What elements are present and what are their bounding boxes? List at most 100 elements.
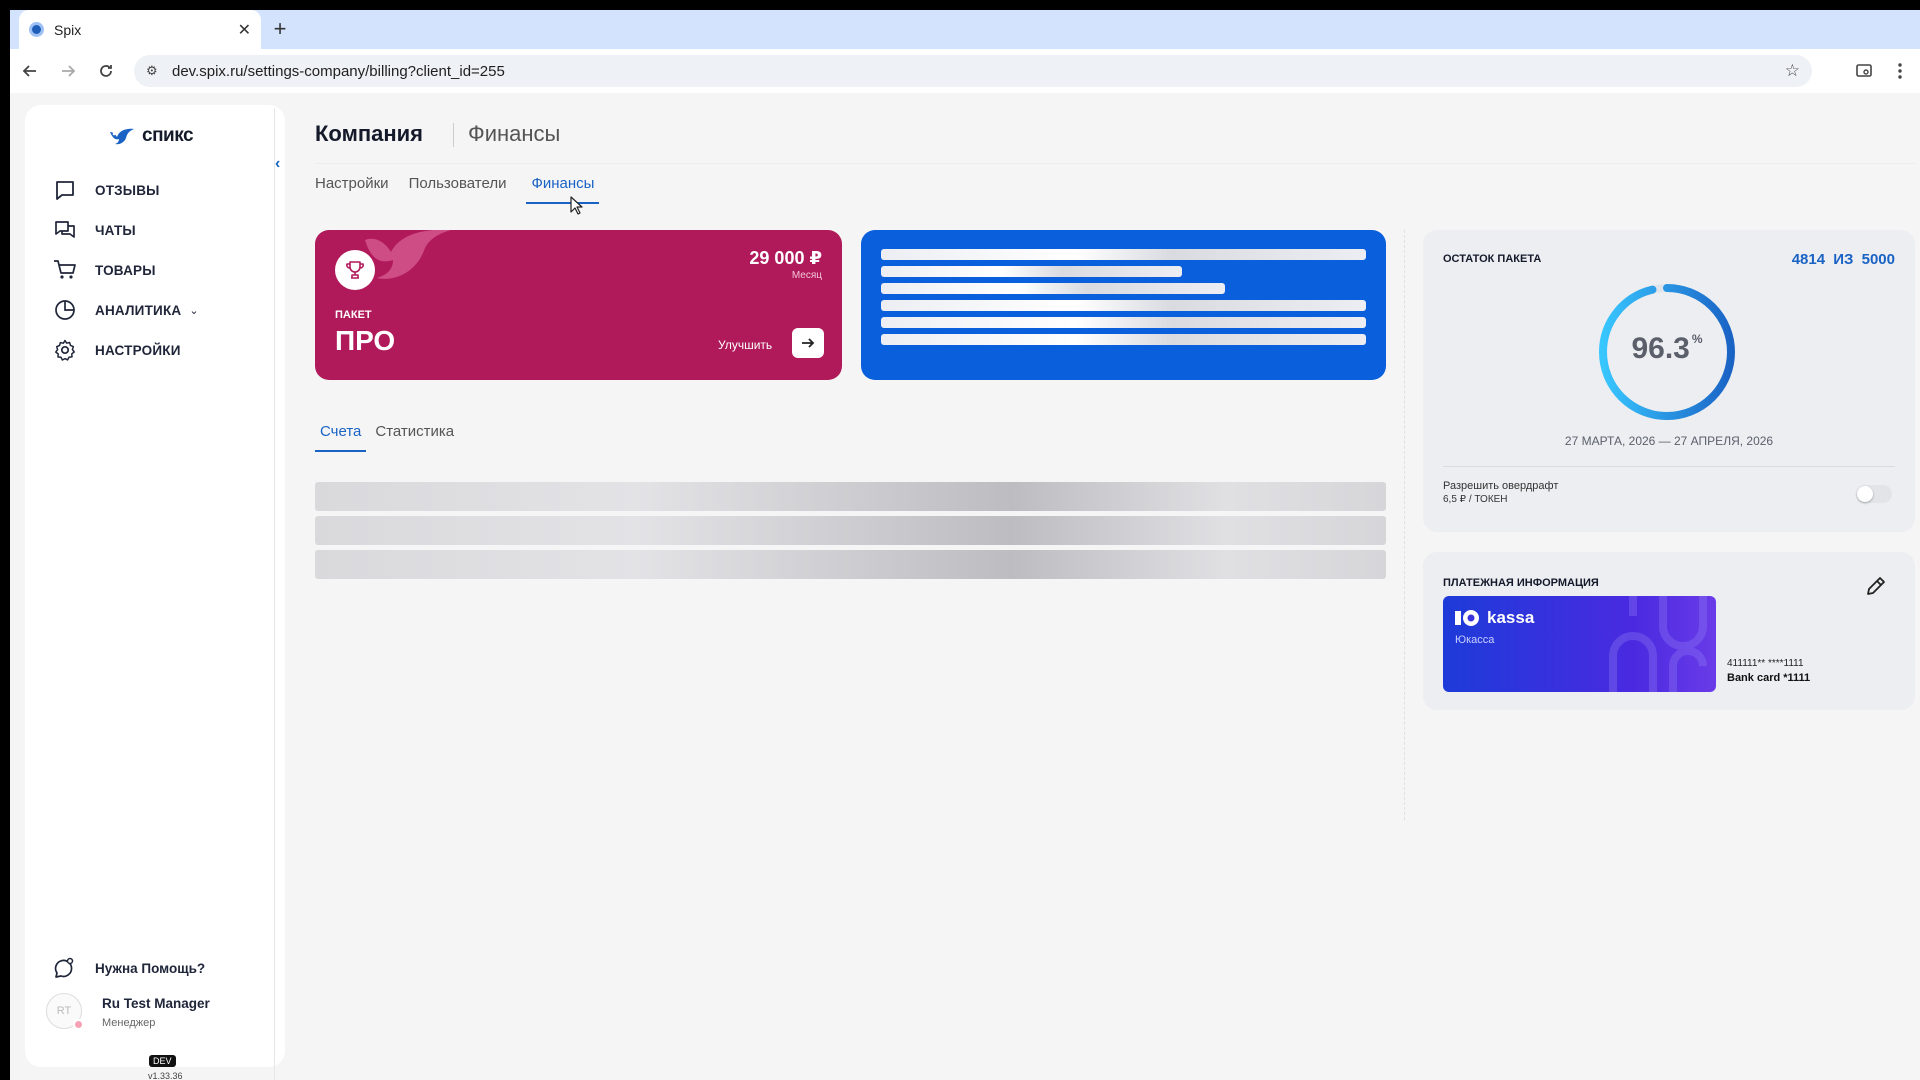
sidebar-item-label: ОТЗЫВЫ (95, 182, 160, 198)
overdraft-price: 6,5 ₽ / ТОКЕН (1443, 494, 1508, 505)
tab-finance[interactable]: Финансы (526, 175, 600, 204)
overdraft-toggle[interactable] (1856, 485, 1892, 503)
tab-statistics[interactable]: Статистика (370, 423, 459, 452)
billing-subtabs: Счета Статистика (315, 423, 463, 452)
address-bar[interactable]: ⚙ dev.spix.ru/settings-company/billing?c… (134, 55, 1812, 87)
chevron-down-icon: ⌄ (189, 304, 199, 317)
tab-search-button[interactable] (1848, 55, 1880, 87)
plan-period: Месяц (791, 270, 822, 281)
avatar-initials: RT (56, 1005, 72, 1017)
browser-menu-button[interactable] (1884, 55, 1916, 87)
sidebar-divider (274, 108, 275, 1080)
favicon-icon (29, 22, 44, 37)
user-profile[interactable]: RT Ru Test Manager Менеджер (46, 993, 210, 1030)
new-tab-button[interactable]: + (268, 18, 292, 42)
pencil-edit-icon[interactable] (1864, 574, 1888, 598)
upgrade-button[interactable] (792, 328, 824, 358)
bird-logo-icon (110, 128, 134, 145)
user-role: Менеджер (102, 1017, 156, 1029)
balance-used: 4814 (1791, 251, 1826, 268)
tab-search-icon (1856, 64, 1872, 77)
bookmark-star-icon[interactable]: ☆ (1785, 61, 1800, 81)
notification-dot (73, 1019, 84, 1030)
sidebar-item-analytics[interactable]: АНАЛИТИКА ⌄ (53, 295, 199, 325)
package-label: ПАКЕТ (335, 309, 372, 321)
tab-title: Spix (54, 21, 82, 38)
kassa-pattern-icon (1609, 596, 1707, 692)
loading-bar (881, 266, 1182, 277)
chats-icon (53, 218, 77, 242)
help-link[interactable]: Нужна Помощь? (53, 957, 205, 979)
site-settings-icon[interactable]: ⚙ (146, 63, 162, 79)
card-label: Bank card *1111 (1727, 672, 1811, 684)
sidebar-item-products[interactable]: ТОВАРЫ (53, 255, 156, 285)
page-subtitle: Финансы (468, 121, 561, 146)
analytics-icon (53, 298, 77, 322)
balance-count: 4814 ИЗ 5000 (1792, 251, 1895, 268)
payment-title: ПЛАТЕЖНАЯ ИНФОРМАЦИЯ (1443, 577, 1599, 589)
title-divider (453, 123, 454, 147)
skeleton-row (315, 550, 1386, 579)
card-number: 411111** ****1111 (1727, 658, 1804, 669)
avatar[interactable]: RT (46, 993, 84, 1030)
more-vert-icon (1898, 63, 1902, 79)
reload-icon (100, 65, 112, 77)
package-balance-card: ОСТАТОК ПАКЕТА 4814 ИЗ 5000 96.3% 27 МАР… (1423, 230, 1915, 532)
yookassa-logo-icon (1455, 610, 1479, 626)
plan-name: ПРО (335, 325, 396, 356)
forward-button[interactable] (50, 53, 86, 89)
payment-provider-card[interactable]: kassa Юкасса (1443, 596, 1716, 692)
gear-icon (53, 338, 77, 362)
env-badge: DEV (149, 1055, 176, 1067)
app-page: спикс ‹ ОТЗЫВЫ ЧАТЫ ТОВАРЫ АНАЛИТИКА ⌄ Н… (10, 93, 1920, 1080)
sidebar-item-label: ЧАТЫ (95, 222, 136, 238)
page-title: Компания (315, 121, 424, 146)
sidebar-item-label: ТОВАРЫ (95, 262, 156, 278)
skeleton-row (315, 482, 1386, 511)
app-logo[interactable]: спикс (108, 125, 194, 147)
kassa-logo: kassa (1455, 608, 1534, 628)
arrow-left-icon (22, 65, 36, 77)
back-button[interactable] (12, 53, 48, 89)
plan-price: 29 000 ₽ (749, 248, 822, 268)
upgrade-label[interactable]: Улучшить (718, 338, 772, 352)
column-divider (1404, 230, 1405, 820)
percent-sign: % (1691, 332, 1703, 346)
provider-subtitle: Юкасса (1455, 634, 1495, 646)
reviews-icon (53, 178, 77, 202)
loading-bar (881, 317, 1366, 328)
balance-of: ИЗ (1833, 251, 1854, 268)
app-version: v1.33.36 (148, 1071, 183, 1080)
collapse-sidebar-button[interactable]: ‹ (275, 155, 280, 173)
reload-button[interactable] (88, 53, 124, 89)
sidebar-item-settings[interactable]: НАСТРОЙКИ (53, 335, 181, 365)
browser-toolbar: ⚙ dev.spix.ru/settings-company/billing?c… (10, 49, 1920, 93)
promo-card-loading (861, 230, 1386, 380)
close-tab-icon[interactable]: ✕ (238, 20, 251, 40)
sidebar-item-reviews[interactable]: ОТЗЫВЫ (53, 175, 160, 205)
balance-percent-value: 96.3 (1631, 332, 1690, 365)
balance-percent: 96.3% (1595, 332, 1739, 366)
browser-tab[interactable]: Spix ✕ (19, 10, 261, 49)
mouse-cursor-icon (570, 196, 583, 215)
payment-info-card: ПЛАТЕЖНАЯ ИНФОРМАЦИЯ kassa Юкасса 411111… (1423, 552, 1915, 710)
tab-users[interactable]: Пользователи (409, 175, 507, 204)
balance-title: ОСТАТОК ПАКЕТА (1443, 253, 1542, 265)
skeleton-row (315, 516, 1386, 545)
tab-invoices[interactable]: Счета (315, 423, 367, 452)
toggle-knob (1857, 486, 1873, 502)
help-chat-icon (54, 957, 74, 978)
sidebar-item-label: АНАЛИТИКА (95, 302, 182, 318)
cart-icon (53, 258, 77, 282)
tab-settings[interactable]: Настройки (315, 175, 389, 204)
loading-bar (881, 249, 1366, 260)
help-label: Нужна Помощь? (95, 960, 206, 976)
sidebar-item-chats[interactable]: ЧАТЫ (53, 215, 136, 245)
browser-window: Spix ✕ + ⚙ dev.spix.ru/settings-company/… (10, 10, 1920, 1080)
logo-text: спикс (142, 125, 194, 146)
arrow-right-icon (62, 65, 76, 77)
overdraft-label: Разрешить овердрафт (1443, 480, 1559, 492)
loading-bar (881, 334, 1366, 345)
trophy-icon (335, 250, 375, 290)
sidebar: спикс ‹ ОТЗЫВЫ ЧАТЫ ТОВАРЫ АНАЛИТИКА ⌄ Н… (25, 105, 285, 1080)
